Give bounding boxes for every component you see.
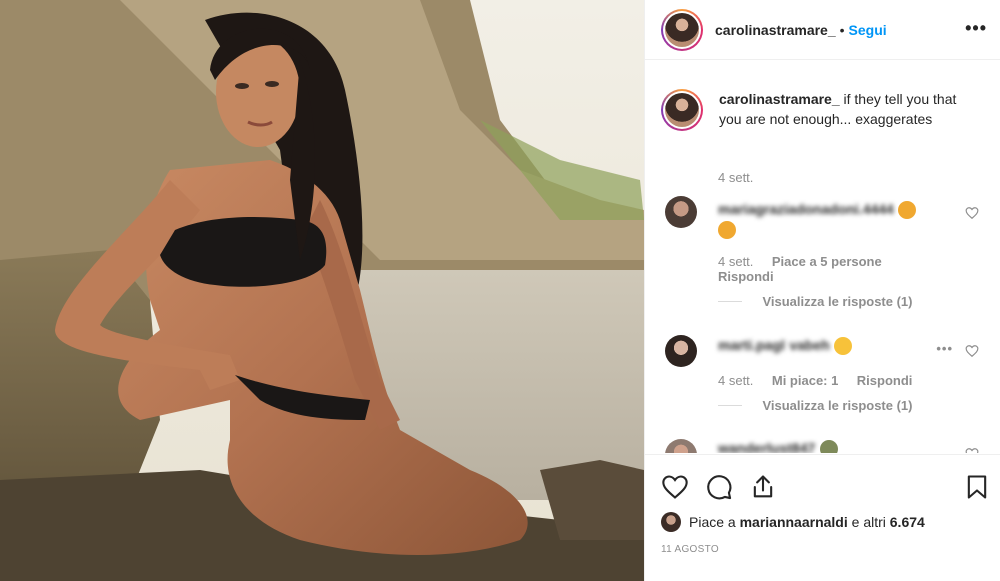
- view-replies[interactable]: Visualizza le risposte (1): [718, 293, 913, 311]
- comment: marti.pagl vabeh: [718, 335, 918, 356]
- caption-time[interactable]: 4 sett.: [718, 170, 753, 185]
- replies-divider: [718, 405, 742, 407]
- reply-button[interactable]: Rispondi: [718, 269, 774, 284]
- comment-heart-icon[interactable]: [965, 447, 979, 453]
- comment-username[interactable]: wanderlust847: [718, 440, 815, 453]
- more-icon[interactable]: •••: [965, 18, 987, 39]
- comment-heart-icon[interactable]: [965, 206, 979, 220]
- heart-eyes-emoji-icon: [834, 336, 853, 355]
- post-photo[interactable]: [0, 0, 644, 581]
- comment-heart-icon[interactable]: [965, 344, 979, 358]
- view-replies-label[interactable]: Visualizza le risposte (1): [762, 294, 912, 309]
- comment-likes[interactable]: Piace a 5 persone: [772, 254, 882, 269]
- follow-button[interactable]: Segui: [849, 22, 887, 38]
- bookmark-icon[interactable]: [963, 473, 991, 501]
- liker-avatar[interactable]: [661, 512, 681, 532]
- photo-image: [0, 0, 644, 581]
- caption-text: carolinastramare_ if they tell you that …: [719, 89, 969, 131]
- author-avatar[interactable]: [661, 8, 703, 51]
- comment-username[interactable]: marti.pagl: [718, 337, 785, 353]
- reply-button[interactable]: Rispondi: [857, 373, 913, 388]
- comment-more-icon[interactable]: •••: [936, 341, 953, 356]
- share-icon[interactable]: [749, 473, 777, 501]
- likes-user[interactable]: mariannaarnaldi: [740, 514, 848, 530]
- replies-divider: [718, 301, 742, 303]
- header-separator: •: [839, 21, 845, 38]
- likes-suffix: e altri: [851, 514, 886, 530]
- caption: carolinastramare_ if they tell you that …: [661, 89, 969, 131]
- comment-time[interactable]: 4 sett.: [718, 254, 753, 269]
- comment-avatar[interactable]: [665, 439, 697, 453]
- likes-summary: Piace a mariannaarnaldi e altri 6.674: [661, 512, 925, 532]
- post-header: carolinastramare_ • Segui •••: [645, 0, 1000, 60]
- post-date[interactable]: 11 agosto: [661, 544, 719, 555]
- comments-list[interactable]: carolinastramare_ if they tell you that …: [645, 61, 1000, 453]
- comment-meta: 4 sett. Mi piace: 1 Rispondi: [718, 372, 912, 390]
- comment-avatar[interactable]: [665, 196, 697, 228]
- cat-emoji-icon: [718, 220, 736, 239]
- comment-likes[interactable]: Mi piace: 1: [772, 373, 838, 388]
- comment-time[interactable]: 4 sett.: [718, 373, 753, 388]
- cat-emoji-icon: [898, 200, 917, 219]
- comment-icon[interactable]: [705, 473, 733, 501]
- emoji-icon: [819, 439, 838, 453]
- comment: mariagraziadonadoni.4444: [718, 199, 948, 240]
- comment: wanderlust847: [718, 438, 918, 453]
- comment-text: vabeh: [789, 337, 830, 353]
- post-panel: carolinastramare_ • Segui ••• carolinast…: [644, 0, 1000, 581]
- view-replies-label[interactable]: Visualizza le risposte (1): [762, 398, 912, 413]
- view-replies[interactable]: Visualizza le risposte (1): [718, 397, 913, 415]
- caption-avatar[interactable]: [661, 89, 703, 131]
- likes-prefix: Piace a: [689, 514, 736, 530]
- heart-icon[interactable]: [661, 473, 689, 501]
- post-actions: Piace a mariannaarnaldi e altri 6.674 11…: [645, 454, 1000, 581]
- caption-username[interactable]: carolinastramare_: [719, 91, 840, 107]
- likes-count[interactable]: 6.674: [890, 514, 925, 530]
- comment-avatar[interactable]: [665, 335, 697, 367]
- author-username[interactable]: carolinastramare_: [715, 22, 836, 38]
- comment-username[interactable]: mariagraziadonadoni.4444: [718, 201, 894, 217]
